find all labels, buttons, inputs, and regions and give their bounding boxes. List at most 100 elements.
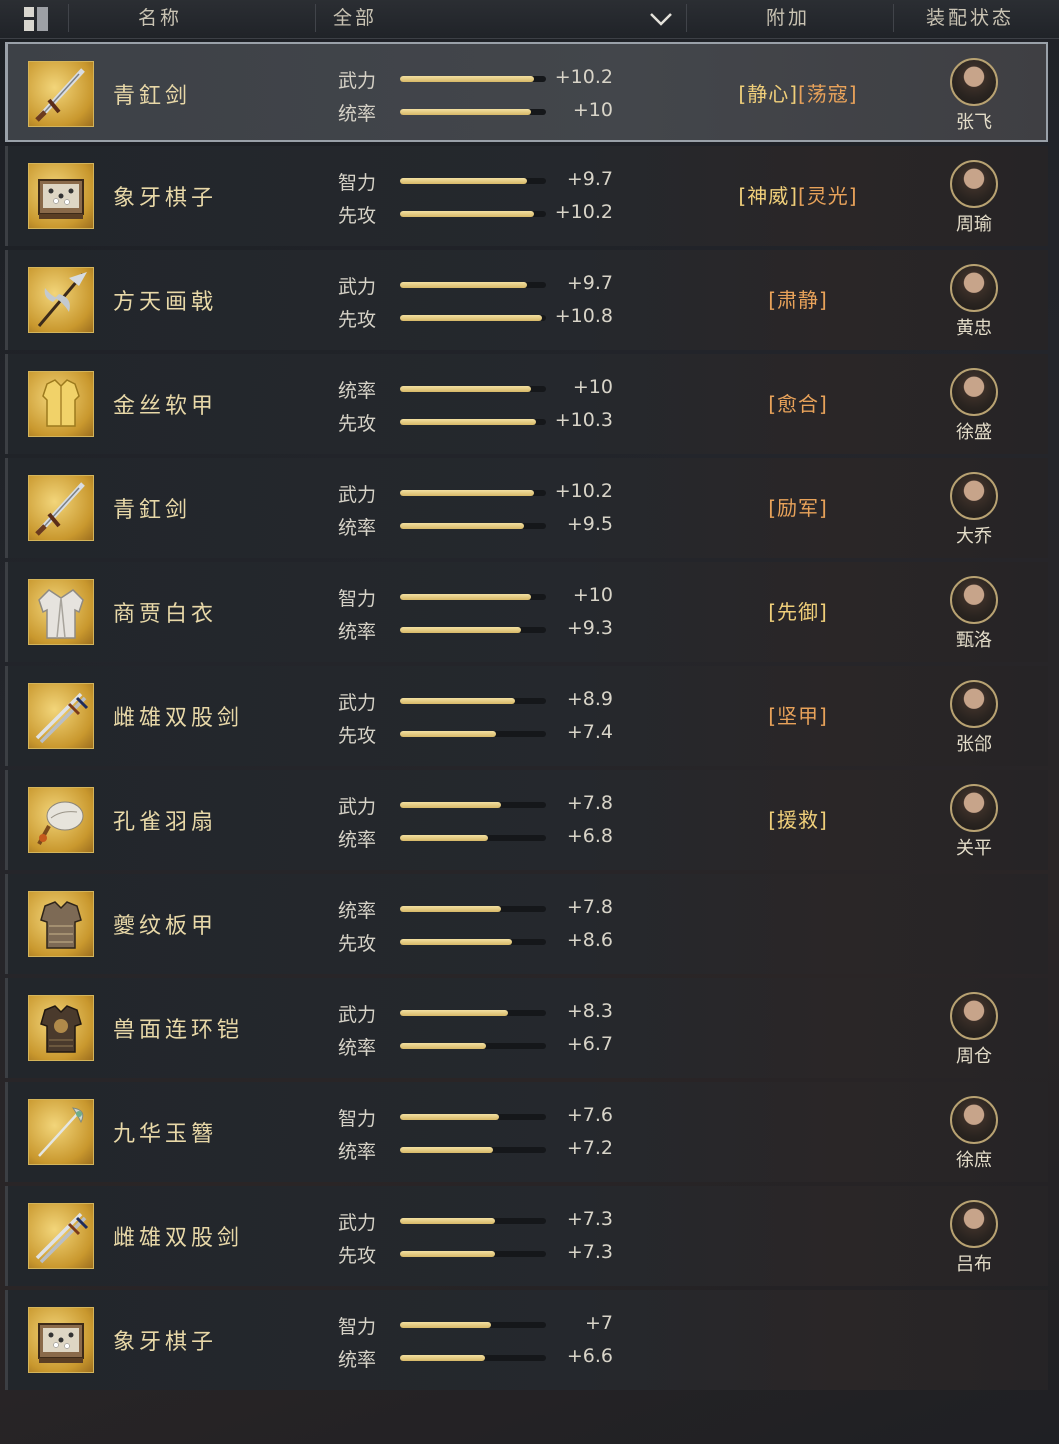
equipped-hero[interactable]: 甄洛 [928, 576, 1020, 654]
item-name: 雌雄双股剑 [113, 1226, 244, 1251]
equipped-hero[interactable]: 张飞 [928, 58, 1020, 136]
equipped-hero[interactable]: 徐盛 [928, 368, 1020, 446]
white-robe-icon [28, 579, 94, 645]
stat-bar-fill [400, 1355, 485, 1361]
list-item[interactable]: 商贾白衣 智力 +10 统率 +9.3 [先御] 甄洛 [5, 562, 1048, 662]
list-item[interactable]: 象牙棋子 智力 +7 统率 +6.6 [5, 1290, 1048, 1390]
equipped-hero[interactable]: 关平 [928, 784, 1020, 862]
stat-label: 统率 [338, 621, 377, 643]
equipment-list: 青釭剑 武力 +10.2 统率 +10 [静心][荡寇] 张飞 象牙棋子 智力 +9.7 先攻 +10… [5, 42, 1048, 1394]
stat-bar [400, 76, 546, 82]
stat-value: +7.4 [566, 721, 613, 743]
list-item[interactable]: 青釭剑 武力 +10.2 统率 +10 [静心][荡寇] 张飞 [5, 42, 1048, 142]
list-item[interactable]: 孔雀羽扇 武力 +7.8 统率 +6.8 [援救] 关平 [5, 770, 1048, 870]
stat-value: +6.7 [566, 1033, 613, 1055]
stat-value: +7.6 [566, 1104, 613, 1126]
equipped-hero[interactable]: 周仓 [928, 992, 1020, 1070]
equipped-hero[interactable]: 徐庶 [928, 1096, 1020, 1174]
stat-value: +10 [572, 376, 613, 398]
extra-tags: [静心][荡寇] [708, 78, 888, 107]
extra-tags: [神威][灵光] [708, 180, 888, 209]
list-item[interactable]: 兽面连环铠 武力 +8.3 统率 +6.7 周仓 [5, 978, 1048, 1078]
hero-name: 黄忠 [956, 318, 992, 339]
filter-dropdown-value[interactable]: 全部 [333, 0, 377, 38]
stat-line: 统率 +9.5 [338, 511, 638, 541]
equipped-hero[interactable]: 黄忠 [928, 264, 1020, 342]
list-item[interactable]: 象牙棋子 智力 +9.7 先攻 +10.2 [神威][灵光] 周瑜 [5, 146, 1048, 246]
stat-bar-fill [400, 178, 528, 184]
equipped-hero[interactable]: 大乔 [928, 472, 1020, 550]
name-column-header[interactable]: 名称 [138, 0, 182, 38]
hero-name: 吕布 [956, 1254, 992, 1275]
equipped-hero[interactable]: 吕布 [928, 1200, 1020, 1278]
stat-bar [400, 211, 546, 217]
stat-value: +7.8 [566, 896, 613, 918]
stat-bar [400, 109, 546, 115]
list-item[interactable]: 金丝软甲 统率 +10 先攻 +10.3 [愈合] 徐盛 [5, 354, 1048, 454]
stat-bar-fill [400, 76, 535, 82]
equipped-hero[interactable]: 张郃 [928, 680, 1020, 758]
list-item[interactable]: 雌雄双股剑 武力 +8.9 先攻 +7.4 [坚甲] 张郃 [5, 666, 1048, 766]
stat-line: 统率 +6.7 [338, 1031, 638, 1061]
list-item[interactable]: 方天画戟 武力 +9.7 先攻 +10.8 [肃静] 黄忠 [5, 250, 1048, 350]
stat-bar [400, 1322, 546, 1328]
stat-bar [400, 1251, 546, 1257]
hero-avatar [950, 472, 998, 520]
stat-value: +8.3 [566, 1000, 613, 1022]
extra-tag: [励军] [768, 496, 828, 520]
stat-bar-fill [400, 211, 535, 217]
extra-tag: [静心] [738, 82, 798, 106]
extra-column-header: 附加 [766, 7, 811, 29]
stat-bar-fill [400, 109, 532, 115]
stat-label: 武力 [338, 276, 377, 298]
extra-tags: [愈合] [708, 388, 888, 417]
stat-bar [400, 939, 546, 945]
stat-bar-fill [400, 1147, 494, 1153]
list-item[interactable]: 九华玉簪 智力 +7.6 统率 +7.2 徐庶 [5, 1082, 1048, 1182]
extra-tags: [坚甲] [708, 700, 888, 729]
stat-bar-fill [400, 523, 525, 529]
stat-line: 统率 +7.8 [338, 894, 638, 924]
stat-bar-fill [400, 906, 501, 912]
stat-label: 武力 [338, 692, 377, 714]
list-item[interactable]: 青釭剑 武力 +10.2 统率 +9.5 [励军] 大乔 [5, 458, 1048, 558]
chevron-down-icon[interactable] [648, 8, 674, 30]
item-name: 兽面连环铠 [113, 1018, 244, 1043]
stat-line: 统率 +10 [338, 374, 638, 404]
layout-toggle-icon[interactable] [24, 7, 48, 31]
stat-label: 武力 [338, 796, 377, 818]
stat-value: +7.8 [566, 792, 613, 814]
stat-value: +9.7 [566, 168, 613, 190]
stat-value: +10.2 [554, 201, 613, 223]
stat-value: +6.6 [566, 1345, 613, 1367]
stat-label: 智力 [338, 1108, 377, 1130]
hero-name: 周瑜 [956, 214, 992, 235]
stat-bar [400, 1043, 546, 1049]
stat-bar-fill [400, 802, 501, 808]
stat-line: 武力 +8.9 [338, 686, 638, 716]
stat-value: +7 [584, 1312, 613, 1334]
stat-bar [400, 1147, 546, 1153]
stat-bar-fill [400, 1114, 500, 1120]
stat-line: 统率 +7.2 [338, 1135, 638, 1165]
stat-label: 统率 [338, 1037, 377, 1059]
stat-label: 先攻 [338, 725, 377, 747]
stat-label: 统率 [338, 517, 377, 539]
chess-box-icon [28, 163, 94, 229]
equipped-hero[interactable]: 周瑜 [928, 160, 1020, 238]
list-item[interactable]: 夔纹板甲 统率 +7.8 先攻 +8.6 [5, 874, 1048, 974]
twin-swords-icon [28, 1203, 94, 1269]
stat-value: +8.9 [566, 688, 613, 710]
stat-line: 统率 +6.8 [338, 823, 638, 853]
item-name: 商贾白衣 [113, 602, 218, 627]
stat-value: +8.6 [566, 929, 613, 951]
stat-bar-fill [400, 1251, 495, 1257]
extra-tag: [荡寇] [798, 82, 858, 106]
item-name: 九华玉簪 [113, 1122, 218, 1147]
list-item[interactable]: 雌雄双股剑 武力 +7.3 先攻 +7.3 吕布 [5, 1186, 1048, 1286]
stat-bar [400, 594, 546, 600]
stat-value: +7.2 [566, 1137, 613, 1159]
hero-name: 关平 [956, 838, 992, 859]
hero-name: 周仓 [956, 1046, 992, 1067]
extra-tags: [肃静] [708, 284, 888, 313]
